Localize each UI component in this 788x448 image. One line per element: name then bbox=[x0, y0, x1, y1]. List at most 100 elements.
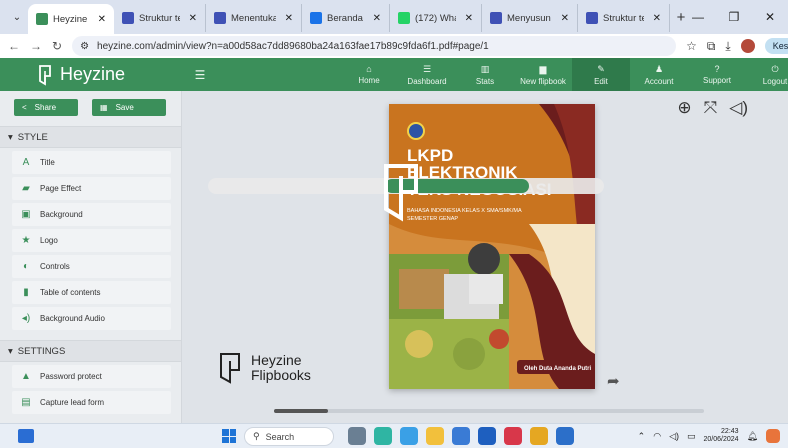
form-icon: ▤ bbox=[21, 397, 31, 408]
windows-start-icon[interactable] bbox=[222, 429, 236, 443]
app-header: Heyzine ☰ ⌂ Home ☰ Dashboard ▥ Stats ▆ New flip… bbox=[0, 58, 788, 91]
bookmark-star-icon[interactable]: ☆ bbox=[686, 39, 697, 53]
share-button[interactable]: < Share bbox=[14, 99, 78, 116]
settings-section-header[interactable]: ▾ SETTINGS bbox=[0, 340, 181, 362]
forward-icon[interactable]: → bbox=[30, 39, 42, 53]
sidebar-item-label: Title bbox=[40, 158, 55, 167]
sidebar-item-background[interactable]: ▣ Background bbox=[12, 203, 171, 226]
tab-close-icon[interactable]: ✕ bbox=[561, 13, 569, 24]
tab-title: Menyusun Te bbox=[507, 12, 552, 24]
image-icon: ▣ bbox=[21, 209, 31, 220]
tab-close-icon[interactable]: ✕ bbox=[465, 13, 473, 24]
taskbar-app-icon[interactable] bbox=[374, 427, 392, 445]
sidebar-item-label: Password protect bbox=[40, 372, 102, 381]
taskbar-app-icon[interactable] bbox=[400, 427, 418, 445]
style-heading: STYLE bbox=[17, 131, 48, 143]
nav-item-dashboard[interactable]: ☰ Dashboard bbox=[398, 58, 456, 91]
taskbar-app-icon[interactable] bbox=[504, 427, 522, 445]
taskbar-app-icon[interactable] bbox=[478, 427, 496, 445]
copilot-icon[interactable] bbox=[766, 429, 780, 443]
share-arrow-icon[interactable]: ➦ bbox=[607, 372, 620, 390]
lock-icon: ▲ bbox=[21, 371, 31, 382]
minimize-icon[interactable]: — bbox=[680, 0, 716, 34]
page-scroll-track[interactable] bbox=[274, 409, 704, 413]
tab-list-dropdown-icon[interactable]: ⌄ bbox=[6, 6, 28, 28]
taskbar-app-icon[interactable] bbox=[426, 427, 444, 445]
wifi-icon[interactable]: ◠ bbox=[653, 431, 661, 442]
taskbar-app-icon[interactable] bbox=[452, 427, 470, 445]
tab-close-icon[interactable]: ✕ bbox=[653, 13, 661, 24]
browser-tab[interactable]: Menentukan ✕ bbox=[206, 4, 302, 32]
taskbar-app-icon[interactable] bbox=[556, 427, 574, 445]
browser-tab[interactable]: Beranda - Ca ✕ bbox=[302, 4, 390, 32]
address-bar-row: ← → ↻ ⚙ heyzine.com/admin/view?n=a00d58a… bbox=[0, 34, 788, 58]
close-window-icon[interactable]: ✕ bbox=[752, 0, 788, 34]
reload-icon[interactable]: ↻ bbox=[52, 39, 62, 53]
taskbar-app-icon[interactable] bbox=[530, 427, 548, 445]
notification-icon[interactable]: 🔔︎ bbox=[747, 431, 758, 442]
dashboard-icon: ☰ bbox=[422, 63, 432, 74]
brand-name: Heyzine bbox=[60, 64, 126, 84]
tab-title: Struktur teks bbox=[603, 12, 644, 24]
collapse-caret-icon: ▾ bbox=[8, 131, 13, 143]
sidebar-item-page-effect[interactable]: ▰ Page Effect bbox=[12, 177, 171, 200]
save-button[interactable]: ▦ Save bbox=[92, 99, 166, 116]
tab-close-icon[interactable]: ✕ bbox=[373, 13, 381, 24]
volume-icon[interactable]: ◁) bbox=[669, 431, 679, 442]
watermark-line2: Flipbooks bbox=[251, 367, 311, 383]
extensions-icon[interactable]: ⧉ bbox=[707, 39, 716, 54]
browser-tab[interactable]: (172) WhatsA ✕ bbox=[390, 4, 482, 32]
sidebar-item-logo[interactable]: ★ Logo bbox=[12, 229, 171, 252]
windows-taskbar: ⚲ Search ⌃ ◠ ◁) ▭ 22:43 20/06/2024 🔔︎ bbox=[0, 423, 788, 448]
back-icon[interactable]: ← bbox=[8, 39, 20, 53]
site-info-icon[interactable]: ⚙ bbox=[80, 41, 89, 52]
cover-subtitle-line1: BAHASA INDONESIA KELAS X SMA/SMK/MA bbox=[407, 208, 522, 214]
browser-tab[interactable]: Struktur teks ✕ bbox=[114, 4, 206, 32]
stats-icon: ▥ bbox=[480, 63, 490, 74]
heyzine-watermark[interactable]: Heyzine Flipbooks bbox=[215, 351, 311, 385]
sidebar-item-capture-lead-form[interactable]: ▤ Capture lead form bbox=[12, 391, 171, 414]
taskbar-search[interactable]: ⚲ Search bbox=[244, 427, 334, 446]
sidebar-item-background-audio[interactable]: ◂) Background Audio bbox=[12, 307, 171, 330]
heyzine-logo[interactable]: Heyzine bbox=[0, 64, 180, 86]
tab-favicon-icon bbox=[398, 12, 410, 24]
nav-item-account[interactable]: ♟ Account bbox=[630, 58, 688, 91]
download-icon[interactable]: ⤓ bbox=[725, 39, 730, 54]
tab-close-icon[interactable]: ✕ bbox=[189, 13, 197, 24]
error-badge[interactable]: Kesalahan bbox=[764, 38, 788, 54]
nav-item-new-flipbook[interactable]: ▆ New flipbook bbox=[514, 58, 572, 91]
fullscreen-exit-icon[interactable]: ⤧ bbox=[704, 98, 718, 118]
nav-item-support[interactable]: ? Support bbox=[688, 58, 746, 91]
flipbook-cover[interactable]: LKPD ELEKTRONIK TEKS NEGOSIASI BAHASA IN… bbox=[389, 104, 595, 389]
sound-icon[interactable]: ◁) bbox=[729, 98, 748, 118]
browser-tab[interactable]: Menyusun Te ✕ bbox=[482, 4, 578, 32]
nav-item-edit[interactable]: ✎ Edit bbox=[572, 58, 630, 91]
tab-close-icon[interactable]: ✕ bbox=[98, 14, 106, 25]
tab-close-icon[interactable]: ✕ bbox=[285, 13, 293, 24]
sidebar-item-controls[interactable]: ◐ Controls bbox=[12, 255, 171, 278]
restore-icon[interactable]: ❐ bbox=[716, 0, 752, 34]
nav-item-stats[interactable]: ▥ Stats bbox=[456, 58, 514, 91]
widgets-icon[interactable] bbox=[18, 429, 34, 443]
nav-item-home[interactable]: ⌂ Home bbox=[340, 58, 398, 91]
browser-tab[interactable]: Heyzine · ✕ bbox=[28, 4, 114, 34]
viewer-toolbar: ⊕ ⤧ ◁) bbox=[677, 98, 748, 118]
page-scroll-thumb[interactable] bbox=[274, 409, 328, 413]
battery-icon[interactable]: ▭ bbox=[687, 431, 696, 442]
new-file-icon: ▆ bbox=[539, 63, 547, 74]
url-field[interactable]: ⚙ heyzine.com/admin/view?n=a00d58ac7dd89… bbox=[72, 36, 677, 56]
nav-item-logout[interactable]: ⏻ Logout bbox=[746, 58, 788, 91]
tab-title: (172) WhatsA bbox=[415, 12, 456, 24]
tray-chevron-icon[interactable]: ⌃ bbox=[638, 431, 646, 442]
clock[interactable]: 22:43 20/06/2024 bbox=[704, 428, 739, 444]
zoom-in-icon[interactable]: ⊕ bbox=[677, 98, 691, 118]
style-section-header[interactable]: ▾ STYLE bbox=[0, 126, 181, 148]
profile-avatar[interactable] bbox=[740, 39, 755, 53]
save-label: Save bbox=[115, 103, 134, 112]
sidebar-item-title[interactable]: A Title bbox=[12, 151, 171, 174]
menu-icon[interactable]: ☰ bbox=[180, 68, 220, 82]
sidebar-item-table-of-contents[interactable]: ▮ Table of contents bbox=[12, 281, 171, 304]
sidebar-item-password-protect[interactable]: ▲ Password protect bbox=[12, 365, 171, 388]
taskbar-app-icon[interactable] bbox=[348, 427, 366, 445]
browser-tab[interactable]: Struktur teks ✕ bbox=[578, 4, 670, 32]
